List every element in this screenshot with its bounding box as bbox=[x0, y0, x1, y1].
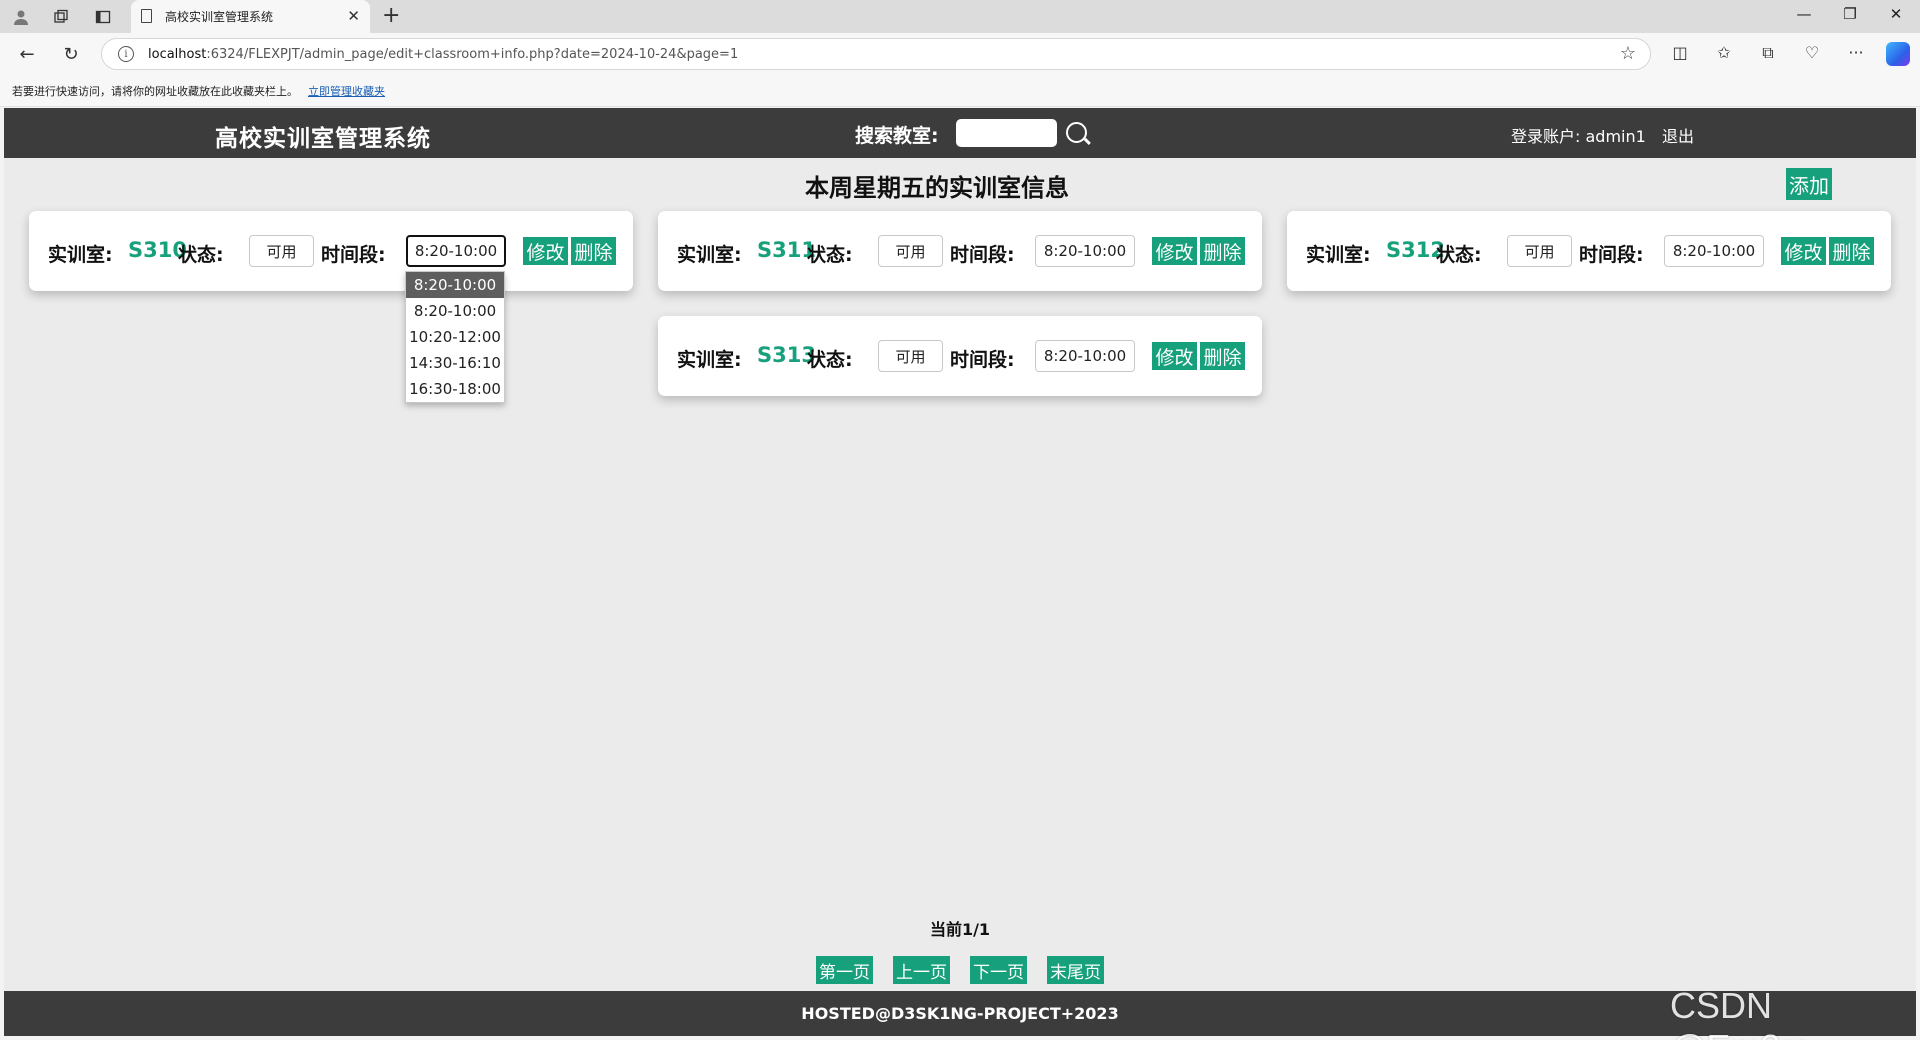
page-content: 高校实训室管理系统 搜索教室: 登录账户: admin1 退出 本周星期五的实训… bbox=[4, 108, 1916, 1036]
dropdown-option[interactable]: 8:20-10:00 bbox=[406, 298, 504, 324]
collections-icon[interactable]: ⧉ bbox=[1757, 43, 1779, 63]
workspaces-icon[interactable] bbox=[50, 6, 72, 28]
logout-link[interactable]: 退出 bbox=[1662, 123, 1694, 147]
next-page-button[interactable]: 下一页 bbox=[970, 956, 1027, 984]
add-button[interactable]: 添加 bbox=[1786, 168, 1832, 200]
dropdown-option[interactable]: 8:20-10:00 bbox=[406, 272, 504, 298]
prev-page-button[interactable]: 上一页 bbox=[893, 956, 950, 984]
edit-button[interactable]: 修改 bbox=[1781, 237, 1826, 265]
dropdown-option[interactable]: 16:30-18:00 bbox=[406, 376, 504, 402]
edit-button[interactable]: 修改 bbox=[1152, 342, 1197, 370]
watermark: CSDN @Em3ra bbox=[1670, 985, 1813, 1040]
classroom-card: 实训室: S312 状态: 可用 时间段: 8:20-10:00 修改 删除 bbox=[1287, 211, 1891, 291]
status-label: 状态: bbox=[1436, 244, 1482, 266]
new-tab-icon[interactable]: + bbox=[382, 3, 400, 28]
edit-button[interactable]: 修改 bbox=[523, 237, 568, 265]
search-icon[interactable] bbox=[1066, 122, 1087, 143]
active-tab[interactable]: 高校实训室管理系统 ✕ bbox=[131, 0, 370, 33]
room-label: 实训室: bbox=[1306, 244, 1371, 266]
search-label: 搜索教室: bbox=[855, 125, 939, 147]
footer-text: HOSTED@D3SK1NG-PROJECT+2023 bbox=[801, 1004, 1119, 1023]
favorite-star-icon[interactable]: ☆ bbox=[1620, 43, 1636, 64]
more-menu-icon[interactable]: ··· bbox=[1845, 43, 1867, 62]
status-field[interactable]: 可用 bbox=[878, 235, 943, 267]
status-field[interactable]: 可用 bbox=[249, 235, 314, 267]
room-label: 实训室: bbox=[48, 244, 113, 266]
period-label: 时间段: bbox=[950, 244, 1015, 266]
status-label: 状态: bbox=[178, 244, 224, 266]
classroom-card: 实训室: S310 状态: 可用 时间段: 8:20-10:00 修改 删除 bbox=[29, 211, 633, 291]
site-info-icon[interactable]: i bbox=[118, 46, 134, 62]
page-icon bbox=[141, 9, 152, 23]
page-title: 本周星期五的实训室信息 bbox=[805, 174, 1069, 202]
minimize-icon[interactable]: — bbox=[1794, 5, 1814, 23]
favorites-hint: 若要进行快速访问，请将你的网址收藏放在此收藏夹栏上。 bbox=[12, 85, 298, 98]
vertical-tabs-icon[interactable] bbox=[92, 6, 114, 28]
period-select[interactable]: 8:20-10:00 bbox=[1035, 235, 1135, 267]
first-page-button[interactable]: 第一页 bbox=[816, 956, 873, 984]
account-info: 登录账户: admin1 bbox=[1511, 127, 1646, 146]
period-select[interactable]: 8:20-10:00 bbox=[406, 235, 506, 267]
split-screen-icon[interactable]: ◫ bbox=[1669, 43, 1691, 62]
period-dropdown-list: 8:20-10:00 8:20-10:00 10:20-12:00 14:30-… bbox=[405, 271, 505, 403]
favorites-icon[interactable]: ✩ bbox=[1713, 43, 1735, 62]
period-label: 时间段: bbox=[321, 244, 386, 266]
profile-icon[interactable] bbox=[10, 6, 32, 28]
status-label: 状态: bbox=[807, 244, 853, 266]
period-select[interactable]: 8:20-10:00 bbox=[1664, 235, 1764, 267]
dropdown-option[interactable]: 14:30-16:10 bbox=[406, 350, 504, 376]
classroom-card: 实训室: S311 状态: 可用 时间段: 8:20-10:00 修改 删除 bbox=[658, 211, 1262, 291]
browser-tab-bar: 高校实训室管理系统 ✕ + — ❐ ✕ bbox=[0, 0, 1920, 33]
browser-toolbar: ← ↻ i localhost:6324/FLEXPJT/admin_page/… bbox=[0, 33, 1920, 76]
delete-button[interactable]: 删除 bbox=[1829, 237, 1874, 265]
url-text[interactable]: localhost:6324/FLEXPJT/admin_page/edit+c… bbox=[148, 47, 738, 62]
period-label: 时间段: bbox=[1579, 244, 1644, 266]
status-field[interactable]: 可用 bbox=[878, 340, 943, 372]
back-icon[interactable]: ← bbox=[14, 41, 40, 67]
search-input[interactable] bbox=[956, 119, 1057, 147]
delete-button[interactable]: 删除 bbox=[1200, 237, 1245, 265]
room-label: 实训室: bbox=[677, 349, 742, 371]
close-tab-icon[interactable]: ✕ bbox=[347, 7, 360, 25]
close-window-icon[interactable]: ✕ bbox=[1886, 5, 1906, 23]
address-bar[interactable]: i localhost:6324/FLEXPJT/admin_page/edit… bbox=[101, 38, 1651, 70]
favorites-bar: 若要进行快速访问，请将你的网址收藏放在此收藏夹栏上。 立即管理收藏夹 bbox=[0, 76, 1920, 107]
status-label: 状态: bbox=[807, 349, 853, 371]
restore-icon[interactable]: ❐ bbox=[1840, 5, 1860, 23]
last-page-button[interactable]: 末尾页 bbox=[1047, 956, 1104, 984]
delete-button[interactable]: 删除 bbox=[571, 237, 616, 265]
period-select[interactable]: 8:20-10:00 bbox=[1035, 340, 1135, 372]
browser-essentials-icon[interactable]: ♡ bbox=[1801, 43, 1823, 62]
status-field[interactable]: 可用 bbox=[1507, 235, 1572, 267]
pagination-info: 当前1/1 bbox=[929, 920, 991, 939]
site-header: 高校实训室管理系统 搜索教室: 登录账户: admin1 退出 bbox=[4, 108, 1916, 158]
dropdown-option[interactable]: 10:20-12:00 bbox=[406, 324, 504, 350]
tab-title: 高校实训室管理系统 bbox=[165, 10, 274, 24]
site-footer: HOSTED@D3SK1NG-PROJECT+2023 bbox=[4, 991, 1916, 1036]
classroom-card: 实训室: S313 状态: 可用 时间段: 8:20-10:00 修改 删除 bbox=[658, 316, 1262, 396]
edit-button[interactable]: 修改 bbox=[1152, 237, 1197, 265]
refresh-icon[interactable]: ↻ bbox=[58, 41, 84, 67]
copilot-icon[interactable] bbox=[1886, 42, 1910, 66]
site-title: 高校实训室管理系统 bbox=[215, 126, 431, 152]
manage-favorites-link[interactable]: 立即管理收藏夹 bbox=[308, 83, 385, 99]
room-label: 实训室: bbox=[677, 244, 742, 266]
period-label: 时间段: bbox=[950, 349, 1015, 371]
delete-button[interactable]: 删除 bbox=[1200, 342, 1245, 370]
